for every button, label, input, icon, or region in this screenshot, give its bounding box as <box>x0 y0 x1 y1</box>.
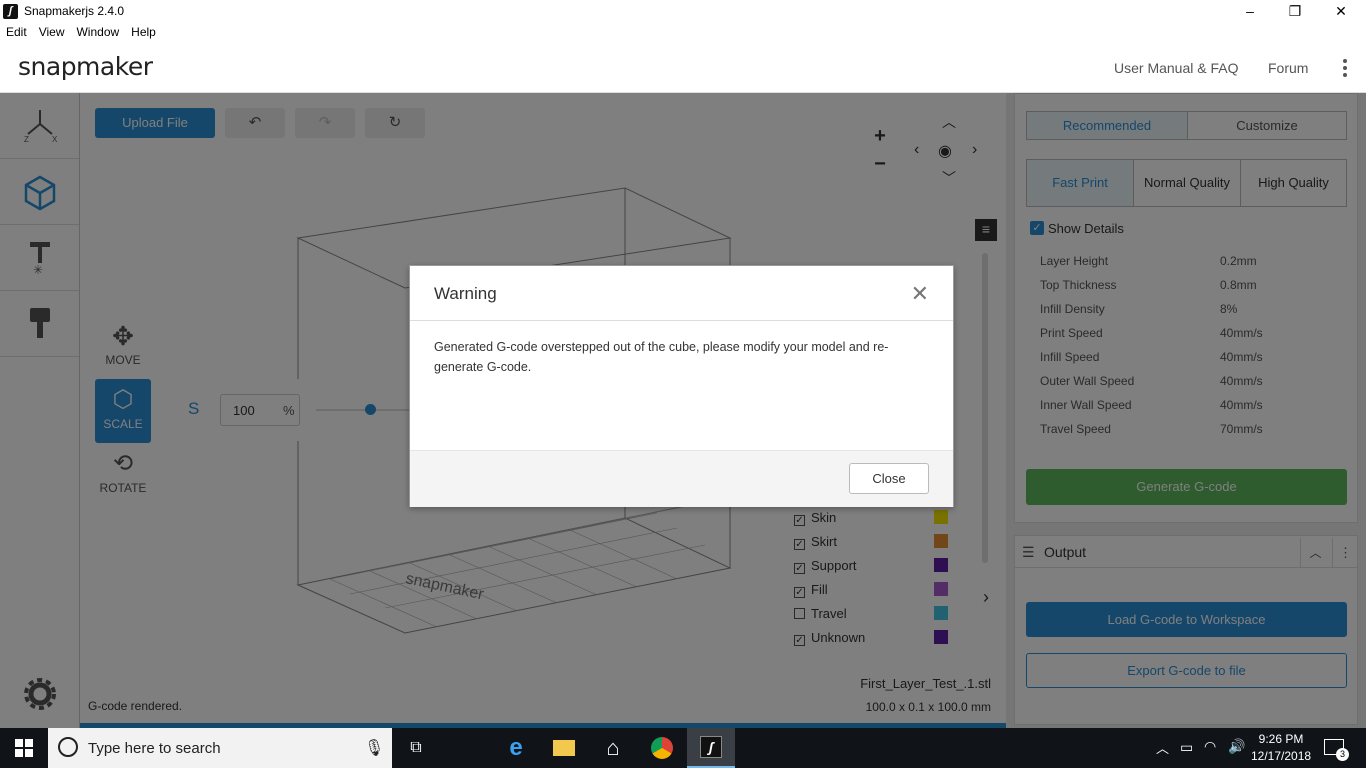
more-options-icon[interactable] <box>1342 57 1348 79</box>
home-icon[interactable]: ⌂ <box>589 728 637 768</box>
dialog-title: Warning <box>434 284 497 303</box>
dialog-divider <box>410 320 953 321</box>
dialog-footer: Close <box>410 450 953 507</box>
volume-icon[interactable]: 🔊 <box>1228 738 1245 755</box>
windows-start-button[interactable] <box>0 728 48 768</box>
chrome-icon[interactable] <box>638 728 686 768</box>
minimize-button[interactable]: – <box>1227 0 1273 23</box>
window-title: Snapmakerjs 2.4.0 <box>24 4 125 18</box>
dialog-message: Generated G-code overstepped out of the … <box>434 340 889 374</box>
wifi-icon[interactable]: ◠ <box>1204 738 1216 755</box>
clock-date[interactable]: 12/17/2018 <box>1251 749 1311 763</box>
forum-link[interactable]: Forum <box>1268 60 1308 76</box>
taskbar-search[interactable]: Type here to search 🎙 <box>48 728 392 768</box>
notification-count: 3 <box>1336 748 1349 761</box>
menu-help[interactable]: Help <box>125 23 162 39</box>
app-header: snapmaker User Manual & FAQ Forum <box>0 43 1366 93</box>
search-icon <box>58 737 78 757</box>
menu-window[interactable]: Window <box>70 23 125 39</box>
microphone-icon[interactable]: 🎙 <box>364 738 384 758</box>
menu-view[interactable]: View <box>33 23 71 39</box>
file-explorer-icon[interactable] <box>540 728 588 768</box>
close-window-button[interactable]: ✕ <box>1318 0 1364 23</box>
search-placeholder: Type here to search <box>88 740 221 757</box>
dialog-close-button[interactable]: Close <box>849 463 929 494</box>
title-bar: ʃ Snapmakerjs 2.4.0 – ❐ ✕ <box>0 0 1366 23</box>
clock-time[interactable]: 9:26 PM <box>1253 732 1309 746</box>
battery-icon[interactable]: ▭ <box>1180 739 1193 756</box>
edge-browser-icon[interactable]: e <box>492 728 540 768</box>
menu-edit[interactable]: Edit <box>0 23 33 39</box>
maximize-button[interactable]: ❐ <box>1272 0 1318 23</box>
chevron-up-icon[interactable]: ︿ <box>1156 738 1169 757</box>
app-icon: ʃ <box>3 4 18 19</box>
windows-icon <box>15 739 33 757</box>
snapmaker-logo: snapmaker <box>18 52 153 81</box>
taskbar: Type here to search 🎙 ⧉ e ⌂ ʃ ︿ ▭ ◠ 🔊 9:… <box>0 728 1366 768</box>
snapmaker-app-icon[interactable]: ʃ <box>687 728 735 768</box>
close-icon[interactable]: ✕ <box>911 281 929 307</box>
task-view-icon[interactable]: ⧉ <box>392 728 440 768</box>
warning-dialog: Warning ✕ Generated G-code overstepped o… <box>409 265 954 507</box>
menu-bar: Edit View Window Help <box>0 23 1366 43</box>
user-manual-link[interactable]: User Manual & FAQ <box>1114 60 1239 76</box>
